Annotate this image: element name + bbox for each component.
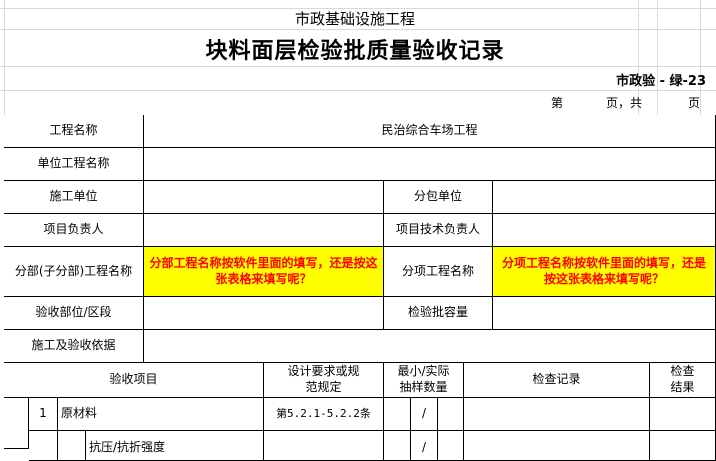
batch-capacity-value[interactable] <box>493 297 716 330</box>
form-code: 市政验 - 绿-23 <box>616 74 706 89</box>
batch-capacity-label: 检验批容量 <box>384 297 493 330</box>
division-label: 分部(子分部)工程名称 <box>4 247 144 297</box>
location-value[interactable] <box>144 297 384 330</box>
row2-record[interactable] <box>464 431 650 461</box>
basis-label: 施工及验收依据 <box>4 330 144 363</box>
row1-number: 1 <box>29 398 58 431</box>
col-sample-text: 最小/实际抽样数量 <box>397 364 450 394</box>
basis-value[interactable] <box>144 330 716 363</box>
division-note[interactable]: 分部工程名称按软件里面的填写，还是按这张表格来填写呢？ <box>144 247 384 297</box>
row2-number <box>29 431 58 461</box>
group-side-cell <box>4 398 29 449</box>
row1-sample-min[interactable] <box>384 398 411 431</box>
construction-unit-label: 施工单位 <box>4 181 144 214</box>
construction-unit-value[interactable] <box>144 181 384 214</box>
col-item-header: 验收项目 <box>4 363 264 398</box>
row2-spec <box>264 431 384 461</box>
row1-result[interactable] <box>650 398 716 431</box>
form-title: 块料面层检验批质量验收记录 <box>205 38 505 64</box>
project-manager-value[interactable] <box>144 214 384 247</box>
col-design-text: 设计要求或规范规定 <box>287 364 360 394</box>
technical-manager-label: 项目技术负责人 <box>384 214 493 247</box>
row1-sample-extra[interactable] <box>438 398 464 431</box>
project-name-value[interactable]: 民治综合车场工程 <box>144 115 716 148</box>
subcontractor-label: 分包单位 <box>384 181 493 214</box>
location-label: 验收部位/区段 <box>4 297 144 330</box>
row1-sample[interactable]: / <box>411 398 438 431</box>
technical-manager-value[interactable] <box>493 214 716 247</box>
page-ye-gong: 页，共 <box>606 96 643 110</box>
page-di: 第 <box>551 96 564 110</box>
unit-project-label: 单位工程名称 <box>4 148 144 181</box>
col-sample-header: 最小/实际抽样数量 <box>384 363 464 398</box>
project-name-label: 工程名称 <box>4 115 144 148</box>
row2-item-text: 抗压/抗折强度 <box>89 440 166 454</box>
row2-sub-side <box>58 431 86 461</box>
row2-sample-extra[interactable] <box>438 431 464 461</box>
unit-project-value[interactable] <box>144 148 716 181</box>
row1-item: 原材料 <box>58 398 264 431</box>
col-result-text: 检查结果 <box>670 364 695 394</box>
project-manager-label: 项目负责人 <box>4 214 144 247</box>
col-result-header: 检查结果 <box>650 363 716 398</box>
form-subtitle: 市政基础设施工程 <box>294 10 415 28</box>
subitem-label: 分项工程名称 <box>384 247 493 297</box>
row1-spec: 第5.2.1-5.2.2条 <box>264 398 384 431</box>
row2-sample-text: / <box>421 440 427 454</box>
col-record-header: 检查记录 <box>464 363 650 398</box>
page-ye: 页 <box>688 96 701 110</box>
row2-sample[interactable]: / <box>411 431 438 461</box>
row2-item: 抗压/抗折强度 <box>86 431 264 461</box>
subitem-note[interactable]: 分项工程名称按软件里面的填写，还是按这张表格来填写呢？ <box>493 247 716 297</box>
subcontractor-value[interactable] <box>493 181 716 214</box>
col-design-header: 设计要求或规范规定 <box>264 363 384 398</box>
row2-result[interactable] <box>650 431 716 461</box>
row1-record[interactable] <box>464 398 650 431</box>
row2-sample-min[interactable] <box>384 431 411 461</box>
